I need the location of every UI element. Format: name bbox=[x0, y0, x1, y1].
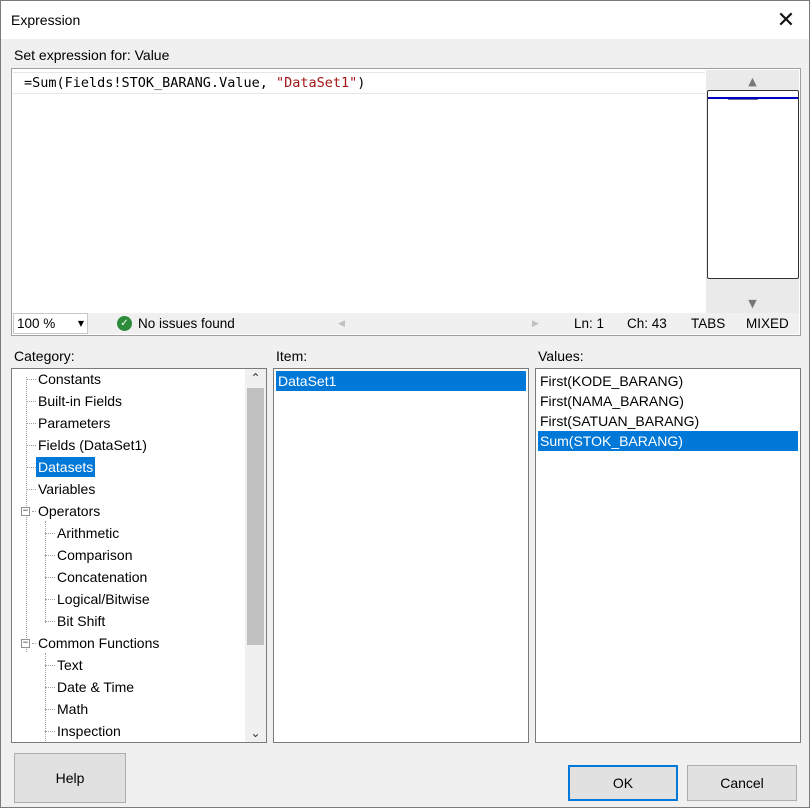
tree-line bbox=[45, 533, 55, 534]
zoom-select[interactable]: 100 % ▼ bbox=[13, 313, 88, 334]
category-item[interactable]: Operators bbox=[36, 501, 102, 521]
category-subitem[interactable]: Math bbox=[55, 699, 90, 719]
scroll-right-icon[interactable]: ▶ bbox=[532, 315, 539, 333]
value-entry[interactable]: First(NAMA_BARANG) bbox=[538, 391, 798, 411]
category-item[interactable]: Constants bbox=[36, 369, 103, 389]
values-list[interactable]: First(KODE_BARANG) First(NAMA_BARANG) Fi… bbox=[535, 368, 801, 743]
category-subitem[interactable]: Inspection bbox=[55, 721, 123, 741]
category-subitem[interactable]: Text bbox=[55, 655, 85, 675]
minimap[interactable]: ▲ ▼ bbox=[706, 70, 799, 314]
close-icon[interactable]: ✕ bbox=[763, 1, 809, 39]
category-item[interactable]: Built-in Fields bbox=[36, 391, 124, 411]
tree-line bbox=[45, 521, 46, 623]
category-subitem[interactable]: Concatenation bbox=[55, 567, 149, 587]
category-label: Category: bbox=[14, 348, 75, 364]
check-circle-icon: ✓ bbox=[117, 316, 132, 331]
category-subitem[interactable]: Logical/Bitwise bbox=[55, 589, 152, 609]
window-title: Expression bbox=[11, 12, 81, 28]
chevron-down-icon[interactable]: ▼ bbox=[78, 314, 84, 333]
category-item[interactable]: Common Functions bbox=[36, 633, 161, 653]
tree-line bbox=[26, 379, 36, 380]
tree-line bbox=[45, 731, 55, 732]
tree-line bbox=[45, 555, 55, 556]
category-scrollbar[interactable]: ⌃ ⌄ bbox=[245, 369, 266, 742]
tree-line bbox=[26, 467, 36, 468]
category-item[interactable]: Variables bbox=[36, 479, 97, 499]
issues-status: No issues found bbox=[138, 316, 235, 331]
minimap-code-preview bbox=[728, 99, 758, 100]
zoom-value: 100 % bbox=[17, 316, 56, 331]
line-ending-indicator[interactable]: MIXED bbox=[746, 315, 789, 333]
category-item[interactable]: Parameters bbox=[36, 413, 112, 433]
values-label: Values: bbox=[538, 348, 584, 364]
tree-line bbox=[26, 401, 36, 402]
category-subitem[interactable]: Arithmetic bbox=[55, 523, 121, 543]
expression-editor[interactable]: =Sum(Fields!STOK_BARANG.Value, "DataSet1… bbox=[11, 68, 801, 336]
column-indicator: Ch: 43 bbox=[627, 316, 667, 331]
chevron-down-icon[interactable]: ⌄ bbox=[245, 724, 266, 742]
expression-dialog: Expression ✕ Set expression for: Value =… bbox=[0, 0, 810, 808]
category-subitem[interactable]: Date & Time bbox=[55, 677, 136, 697]
value-entry[interactable]: First(KODE_BARANG) bbox=[538, 371, 798, 391]
code-text-end: ) bbox=[357, 75, 366, 91]
tabs-indicator[interactable]: TABS bbox=[691, 315, 725, 333]
chevron-up-icon[interactable]: ⌃ bbox=[245, 369, 266, 387]
tree-line bbox=[45, 621, 55, 622]
code-string-literal: "DataSet1" bbox=[275, 75, 358, 91]
minimap-down-arrow-icon[interactable]: ▼ bbox=[706, 294, 799, 312]
tree-line bbox=[45, 665, 55, 666]
code-line-1[interactable]: =Sum(Fields!STOK_BARANG.Value, "DataSet1… bbox=[13, 72, 705, 94]
item-list[interactable]: DataSet1 bbox=[273, 368, 529, 743]
code-text: =Sum(Fields!STOK_BARANG.Value, bbox=[24, 75, 276, 91]
category-item[interactable]: Fields (DataSet1) bbox=[36, 435, 149, 455]
line-indicator: Ln: 1 bbox=[574, 316, 605, 331]
tree-line bbox=[26, 445, 36, 446]
tree-line bbox=[45, 599, 55, 600]
collapse-icon[interactable]: − bbox=[21, 507, 30, 516]
category-item-selected[interactable]: Datasets bbox=[36, 457, 96, 477]
minimap-up-arrow-icon[interactable]: ▲ bbox=[706, 72, 799, 90]
tree-line bbox=[45, 709, 55, 710]
tree-line bbox=[26, 423, 36, 424]
collapse-icon[interactable]: − bbox=[21, 639, 30, 648]
tree-line bbox=[45, 687, 55, 688]
category-subitem[interactable]: Comparison bbox=[55, 545, 134, 565]
value-entry-selected[interactable]: Sum(STOK_BARANG) bbox=[538, 431, 798, 451]
category-subitem[interactable]: Bit Shift bbox=[55, 611, 107, 631]
minimap-viewport[interactable] bbox=[707, 90, 799, 279]
tree-line bbox=[45, 653, 46, 742]
cancel-button[interactable]: Cancel bbox=[687, 765, 797, 801]
help-button[interactable]: Help bbox=[14, 753, 126, 803]
expression-label: Set expression for: Value bbox=[14, 47, 170, 63]
tree-line bbox=[26, 489, 36, 490]
editor-status-bar: 100 % ▼ ✓ No issues found ◀ ▶ Ln: 1 Ch: … bbox=[13, 313, 799, 334]
category-tree[interactable]: − − Constants Built-in Fields Parameters… bbox=[11, 368, 267, 743]
scroll-left-icon[interactable]: ◀ bbox=[338, 315, 345, 333]
tree-line bbox=[45, 577, 55, 578]
scrollbar-thumb[interactable] bbox=[247, 388, 264, 645]
item-entry-selected[interactable]: DataSet1 bbox=[276, 371, 526, 391]
value-entry[interactable]: First(SATUAN_BARANG) bbox=[538, 411, 798, 431]
title-bar: Expression ✕ bbox=[1, 1, 809, 39]
item-label: Item: bbox=[276, 348, 308, 364]
ok-button[interactable]: OK bbox=[568, 765, 678, 801]
